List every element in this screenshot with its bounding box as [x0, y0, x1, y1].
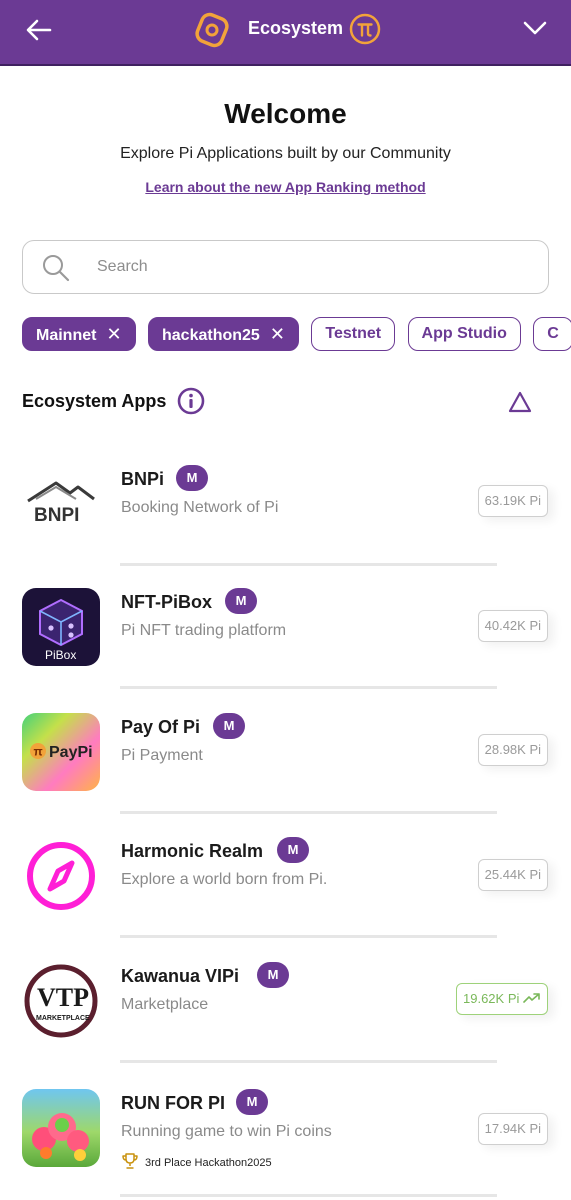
award-text: 3rd Place Hackathon2025 — [145, 1157, 272, 1169]
app-volume: 19.62K Pi — [456, 983, 548, 1015]
welcome-heading: Welcome — [224, 98, 347, 129]
app-icon: BNPI — [22, 465, 100, 543]
divider — [120, 563, 497, 566]
ecosystem-logo-icon — [195, 12, 229, 48]
mainnet-badge: M — [257, 962, 289, 988]
app-volume: 17.94K Pi — [477, 1113, 548, 1145]
search-icon — [43, 255, 70, 282]
app-name: NFT-PiBox — [121, 592, 213, 612]
volume-text: 19.62K Pi — [463, 991, 520, 1006]
app-description: Explore a world born from Pi. — [121, 871, 328, 888]
mainnet-badge: M — [176, 465, 208, 491]
app-icon: VTP MARKETPLACE — [22, 962, 100, 1040]
divider — [120, 811, 497, 814]
app-row[interactable]: RUN FOR PI M Running game to win Pi coin… — [0, 1089, 571, 1200]
search-input[interactable] — [97, 253, 517, 281]
chip-label: Testnet — [325, 325, 382, 342]
divider — [120, 935, 497, 938]
app-name: Pay Of Pi — [121, 717, 201, 737]
close-icon[interactable]: ✕ — [270, 318, 285, 350]
filter-chips: Mainnet ✕ hackathon25 ✕ Testnet App Studio… — [22, 317, 571, 351]
app-row[interactable]: VTP MARKETPLACE Kawanua VIPi M Marketpla… — [0, 962, 571, 1086]
dice-icon: PiBox — [39, 598, 83, 662]
chip-label: C — [547, 325, 559, 342]
divider — [120, 686, 497, 689]
svg-text:π: π — [34, 745, 43, 759]
app-icon-text: BNPI — [34, 505, 79, 526]
top-bar: Ecosystem — [0, 0, 571, 66]
app-volume: 40.42K Pi — [477, 610, 548, 642]
arrow-left-icon[interactable] — [22, 13, 56, 47]
app-icon: PiBox — [22, 588, 100, 666]
app-icon-text: MARKETPLACE — [36, 1015, 90, 1022]
app-row[interactable]: π PayPi Pay Of Pi M Pi Payment 28.98K Pi — [0, 713, 571, 837]
search-box[interactable] — [22, 240, 549, 294]
app-icon-text: PiBox — [45, 648, 76, 662]
app-icon — [22, 837, 100, 915]
compass-icon — [27, 842, 95, 910]
mainnet-badge: M — [225, 588, 257, 614]
house-logo-icon: BNPI — [27, 481, 95, 526]
info-icon[interactable] — [177, 387, 205, 415]
chip-testnet[interactable]: Testnet — [311, 317, 396, 351]
app-description: Marketplace — [121, 996, 209, 1013]
app-volume: 28.98K Pi — [477, 734, 548, 766]
app-description: Pi NFT trading platform — [121, 622, 287, 639]
app-ranking-link[interactable]: Learn about the new App Ranking method — [0, 179, 571, 195]
app-row[interactable]: BNPI BNPi M Booking Network of Pi 63.19K… — [0, 465, 571, 589]
app-icon — [22, 1089, 100, 1167]
trending-up-icon — [523, 993, 540, 1003]
chip-hackathon25[interactable]: hackathon25 ✕ — [148, 317, 299, 351]
page-title: Ecosystem — [248, 18, 344, 38]
app-row[interactable]: Harmonic Realm M Explore a world born fr… — [0, 837, 571, 961]
svg-text:VTP: VTP — [37, 983, 89, 1012]
chip-more[interactable]: C — [533, 317, 571, 351]
app-icon: π PayPi — [22, 713, 100, 791]
chip-label: hackathon25 — [162, 327, 260, 344]
chevron-down-icon[interactable] — [521, 14, 549, 42]
mainnet-badge: M — [213, 713, 245, 739]
divider — [120, 1194, 497, 1197]
section-title: Ecosystem Apps — [22, 391, 167, 411]
chip-mainnet[interactable]: Mainnet ✕ — [22, 317, 136, 351]
trophy-icon — [122, 1153, 138, 1169]
game-characters-icon — [32, 1113, 89, 1161]
app-name: BNPi — [121, 469, 165, 489]
chip-app-studio[interactable]: App Studio — [407, 317, 521, 351]
pi-coin-icon — [349, 13, 381, 45]
app-description: Pi Payment — [121, 747, 203, 764]
app-name: RUN FOR PI — [121, 1093, 226, 1113]
app-name: Kawanua VIPi — [121, 966, 240, 986]
app-name: Harmonic Realm — [121, 841, 264, 861]
app-icon-text: PayPi — [49, 744, 93, 761]
app-row[interactable]: PiBox NFT-PiBox M Pi NFT trading platfor… — [0, 588, 571, 712]
triangle-up-icon[interactable] — [508, 390, 532, 414]
award-label: 3rd Place Hackathon2025 — [121, 1153, 272, 1169]
app-volume: 63.19K Pi — [477, 485, 548, 517]
vipi-logo-icon: VTP MARKETPLACE — [24, 964, 98, 1038]
mainnet-badge: M — [236, 1089, 268, 1115]
welcome-subtitle: Explore Pi Applications built by our Com… — [120, 145, 451, 162]
close-icon[interactable]: ✕ — [106, 318, 121, 350]
chip-label: Mainnet — [36, 327, 97, 344]
app-volume: 25.44K Pi — [477, 859, 548, 891]
app-description: Booking Network of Pi — [121, 499, 279, 516]
app-description: Running game to win Pi coins — [121, 1123, 332, 1140]
mainnet-badge: M — [277, 837, 309, 863]
divider — [120, 1060, 497, 1063]
chip-label: App Studio — [421, 325, 507, 342]
paypi-logo-icon: π PayPi — [30, 743, 93, 761]
